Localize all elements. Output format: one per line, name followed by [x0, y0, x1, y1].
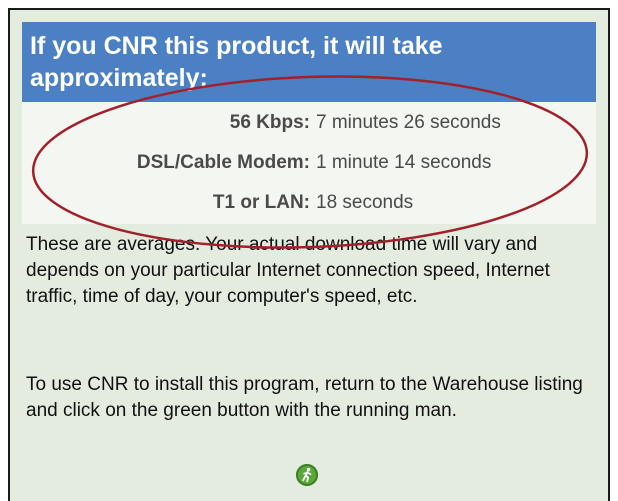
connection-label: T1 or LAN:	[212, 192, 310, 213]
averages-note: These are averages. Your actual download…	[26, 234, 550, 307]
install-instructions: To use CNR to install this program, retu…	[26, 374, 583, 421]
connection-label: 56 Kbps:	[229, 112, 310, 133]
duration-value: 1 minute 14 seconds	[316, 152, 492, 173]
duration-value: 7 minutes 26 seconds	[316, 112, 501, 133]
cnr-install-button[interactable]	[296, 464, 318, 486]
connection-label: DSL/Cable Modem:	[136, 152, 310, 173]
download-time-row: 56 Kbps: 7 minutes 26 seconds	[22, 110, 596, 136]
running-man-icon	[302, 467, 312, 483]
header-title: If you CNR this product, it will take ap…	[30, 32, 443, 92]
download-time-row: T1 or LAN: 18 seconds	[22, 190, 596, 216]
info-header: If you CNR this product, it will take ap…	[22, 22, 596, 102]
download-times-box: 56 Kbps: 7 minutes 26 seconds DSL/Cable …	[22, 102, 596, 224]
download-time-row: DSL/Cable Modem: 1 minute 14 seconds	[22, 150, 596, 176]
duration-value: 18 seconds	[316, 192, 414, 213]
